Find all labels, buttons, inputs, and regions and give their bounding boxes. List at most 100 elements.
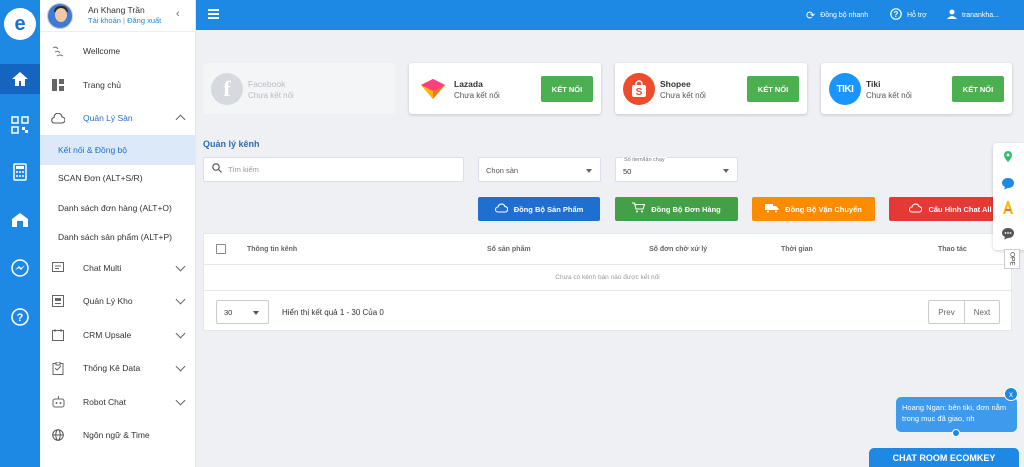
pagination: Prev Next	[928, 300, 1000, 324]
menu-icon[interactable]	[208, 9, 219, 19]
message-bubble-icon[interactable]	[1000, 175, 1016, 191]
channel-status: Chưa kết nối	[248, 91, 294, 100]
adsense-icon[interactable]	[1000, 200, 1016, 216]
dashboard-icon	[51, 78, 65, 92]
sync-shipping-label: Đồng Bộ Vận Chuyển	[785, 204, 862, 214]
channel-name: Facebook	[248, 79, 286, 89]
chat-message-preview[interactable]: Hoang Ngan: bên tiki, đơn nằm trong mục …	[896, 397, 1017, 432]
sidebar-item-product-list[interactable]: Danh sách sản phẩm (ALT+P)	[40, 222, 196, 252]
sidebar-item-robot-chat[interactable]: Robot Chat	[40, 387, 196, 417]
cloud-icon	[909, 203, 923, 216]
sync-orders-button[interactable]: Đồng Bộ Đơn Hàng	[615, 197, 738, 221]
sidebar-item-crm-upsale[interactable]: CRM Upsale	[40, 320, 196, 350]
sidebar-item-label: Danh sách sản phẩm (ALT+P)	[58, 232, 172, 242]
sidebar-item-language-time[interactable]: Ngôn ngữ & Time	[40, 420, 196, 450]
quick-sync-button[interactable]: ⟳ Đồng bộ nhanh	[806, 8, 868, 22]
help-button[interactable]: ? Hỗ trợ	[890, 7, 927, 22]
truck-icon	[765, 203, 779, 216]
sidebar-item-wellcome[interactable]: Wellcome	[40, 36, 196, 66]
items-per-run-select[interactable]: Số item/lần chạy 50	[615, 157, 738, 182]
sync-icon: ⟳	[806, 9, 816, 22]
items-per-run-value: 50	[623, 167, 632, 176]
marketplace-select[interactable]: Chọn sàn	[478, 157, 601, 182]
svg-text:S: S	[636, 87, 643, 98]
sidebar-item-marketplace[interactable]: Quản Lý Sàn	[40, 103, 196, 133]
prev-page-button[interactable]: Prev	[929, 301, 964, 323]
user-menu[interactable]: tranankha...	[947, 8, 999, 22]
sidebar-item-label: Quản Lý Sàn	[83, 113, 133, 123]
chevron-down-icon	[175, 361, 186, 372]
next-page-button[interactable]: Next	[964, 301, 999, 323]
help-label: Hỗ trợ	[907, 11, 927, 19]
link-separator: |	[123, 16, 125, 25]
chat-icon	[51, 261, 65, 275]
calculator-icon[interactable]	[0, 157, 40, 187]
logout-link[interactable]: Đăng xuất	[127, 16, 161, 25]
chevron-up-icon	[175, 114, 186, 125]
sidebar-item-scan-orders[interactable]: SCAN Đơn (ALT+S/R)	[40, 163, 196, 193]
sidebar-item-connect-sync[interactable]: Kết nối & Đồng bộ	[40, 135, 196, 165]
connect-shopee-button[interactable]: KẾT NỐI	[747, 76, 799, 102]
shopee-logo-icon: S	[623, 73, 655, 105]
chevron-down-icon	[175, 294, 186, 305]
sidebar-item-label: Quản Lý Kho	[83, 296, 133, 306]
location-icon[interactable]	[1000, 149, 1016, 165]
column-header: Thời gian	[781, 246, 813, 253]
empty-state-text: Chưa có kênh bán nào được kết nối	[555, 274, 660, 281]
sidebar-item-label: Trang chủ	[83, 80, 121, 90]
items-per-run-label: Số item/lần chạy	[623, 157, 666, 163]
account-link[interactable]: Tài khoản	[88, 16, 121, 25]
chat-indicator-dot	[952, 429, 960, 437]
pagination-info: Hiển thị kết quả 1 - 30 Của 0	[282, 308, 384, 317]
close-chat-preview-icon[interactable]: x	[1004, 387, 1018, 401]
page-size-select[interactable]: 30	[216, 300, 269, 324]
sidebar-item-statistics[interactable]: Thống Kê Data	[40, 353, 196, 383]
wave-icon	[51, 44, 65, 58]
sidebar-item-chat-multi[interactable]: Chat Multi	[40, 253, 196, 283]
chat-room-button[interactable]: CHAT ROOM ECOMKEY	[869, 448, 1019, 467]
chevron-down-icon	[175, 328, 186, 339]
channel-name: Tiki	[866, 79, 881, 89]
app-logo-icon[interactable]: e	[4, 8, 36, 40]
top-bar: ⟳ Đồng bộ nhanh ? Hỗ trợ tranankha...	[196, 0, 1024, 30]
column-header: Thông tin kênh	[247, 246, 298, 253]
svg-text:?: ?	[894, 10, 899, 19]
sidebar-item-label: Chat Multi	[83, 263, 122, 273]
connect-tiki-button[interactable]: KẾT NỐI	[952, 76, 1004, 102]
channel-status: Chưa kết nối	[660, 91, 706, 100]
avatar[interactable]	[47, 3, 73, 29]
sync-products-button[interactable]: Đồng Bộ Sản Phẩm	[478, 197, 600, 221]
sync-orders-label: Đồng Bộ Đơn Hàng	[651, 204, 721, 214]
column-header: Số đơn chờ xử lý	[649, 246, 708, 253]
home-icon[interactable]	[0, 64, 40, 94]
connect-lazada-button[interactable]: KẾT NỐI	[541, 76, 593, 102]
sidebar-item-label: SCAN Đơn (ALT+S/R)	[58, 173, 143, 183]
channel-card-tiki: TIKI Tiki Chưa kết nối KẾT NỐI	[821, 63, 1012, 114]
globe-icon	[51, 428, 65, 442]
quick-sync-label: Đồng bộ nhanh	[820, 11, 869, 19]
messenger-icon[interactable]	[0, 253, 40, 283]
search-input[interactable]: Tìm kiếm	[203, 157, 464, 182]
comment-icon[interactable]	[1000, 225, 1016, 241]
sync-shipping-button[interactable]: Đồng Bộ Vận Chuyển	[752, 197, 875, 221]
select-all-checkbox[interactable]	[216, 244, 226, 254]
marketplace-placeholder: Chọn sàn	[486, 166, 519, 175]
robot-icon	[51, 395, 65, 409]
lazada-logo-icon	[417, 73, 449, 105]
collapse-sidebar-icon[interactable]: ‹	[176, 8, 180, 20]
help-circle-icon[interactable]: ?	[0, 302, 40, 332]
sidebar-item-home[interactable]: Trang chủ	[40, 70, 196, 100]
sidebar-item-order-list[interactable]: Danh sách đơn hàng (ALT+O)	[40, 193, 196, 223]
channel-status: Chưa kết nối	[454, 91, 500, 100]
search-icon	[212, 163, 222, 176]
caret-down-icon	[253, 311, 259, 315]
warehouse-icon[interactable]	[0, 205, 40, 235]
user-name: An Khang Trần	[88, 5, 145, 15]
sidebar-item-label: Ngôn ngữ & Time	[83, 430, 150, 440]
channel-name: Lazada	[454, 79, 483, 89]
ope-tab[interactable]: OPE	[1004, 249, 1020, 269]
sidebar-item-inventory[interactable]: Quản Lý Kho	[40, 286, 196, 316]
floating-toolbar	[993, 143, 1024, 250]
sidebar-item-label: Danh sách đơn hàng (ALT+O)	[58, 203, 172, 213]
qr-code-icon[interactable]	[0, 110, 40, 140]
